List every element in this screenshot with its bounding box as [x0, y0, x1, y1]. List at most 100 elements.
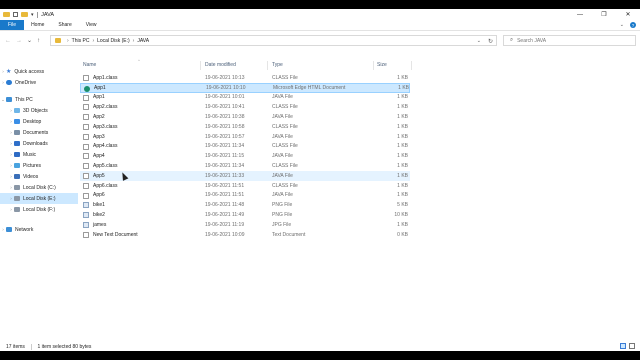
document-icon — [83, 231, 89, 238]
file-row[interactable]: App6.class 19-06-2021 11:51 CLASS File 1 KB — [80, 181, 410, 191]
customize-toolbar-button[interactable]: ▾ — [31, 12, 34, 18]
nav-label: Local Disk (C:) — [23, 184, 56, 191]
folder-icon — [3, 12, 10, 17]
file-type: CLASS File — [272, 143, 298, 150]
large-icons-view-button[interactable] — [629, 343, 635, 349]
file-row[interactable]: New Text Document 19-06-2021 10:09 Text Do… — [80, 230, 410, 240]
file-date: 19-06-2021 11:49 — [205, 212, 245, 219]
chevron-right-icon: › — [67, 37, 69, 44]
expand-ribbon-button[interactable]: ⌄ — [620, 22, 624, 28]
nav-onedrive[interactable]: › OneDrive — [0, 77, 78, 88]
back-button[interactable]: ← — [5, 38, 11, 44]
file-row[interactable]: App4 19-06-2021 11:15 JAVA File 1 KB — [80, 151, 410, 161]
up-button[interactable]: ↑ — [37, 38, 40, 44]
help-icon[interactable]: ? — [630, 22, 636, 28]
maximize-button[interactable]: ❐ — [592, 9, 616, 20]
address-dropdown-button[interactable]: ⌄ — [477, 38, 481, 44]
column-type[interactable]: Type — [272, 62, 283, 68]
nav-local-disk-c[interactable]: › Local Disk (C:) — [0, 182, 78, 193]
nav-this-pc[interactable]: ⌄ This PC — [0, 94, 78, 105]
column-date-modified[interactable]: Date modified — [205, 62, 236, 68]
column-divider[interactable] — [373, 61, 374, 70]
breadcrumb-local-disk-e[interactable]: Local Disk (E:) — [97, 38, 130, 44]
properties-icon[interactable] — [13, 12, 18, 17]
address-bar[interactable]: › This PC › Local Disk (E:) › JAVA ⌄ ↻ — [50, 35, 497, 46]
column-divider[interactable] — [200, 61, 201, 70]
file-row[interactable]: App1 19-06-2021 10:10 Microsoft Edge HTML … — [80, 82, 410, 93]
file-row[interactable]: bike2 19-06-2021 11:49 PNG File 10 KB — [80, 210, 410, 220]
nav-music[interactable]: › Music — [0, 149, 78, 160]
nav-local-disk-f[interactable]: › Local Disk (F:) — [0, 204, 78, 215]
file-row[interactable]: james 19-06-2021 11:19 JPG File 1 KB — [80, 220, 410, 230]
nav-3d-objects[interactable]: › 3D Objects — [0, 105, 78, 116]
nav-videos[interactable]: › Videos — [0, 171, 78, 182]
documents-icon — [14, 130, 20, 135]
file-name: bike2 — [93, 212, 105, 219]
folder-icon — [55, 38, 61, 43]
breadcrumb-java[interactable]: JAVA — [137, 38, 149, 44]
column-name[interactable]: Name — [83, 62, 96, 68]
column-divider[interactable] — [267, 61, 268, 70]
file-size: 1 KB — [398, 84, 409, 91]
chevron-right-icon[interactable]: › — [133, 38, 135, 44]
file-row[interactable]: App4.class 19-06-2021 11:34 CLASS File 1 KB — [80, 142, 410, 152]
file-date: 19-06-2021 11:48 — [205, 202, 245, 209]
search-input[interactable]: ⌕ Search JAVA — [503, 35, 636, 46]
tab-share[interactable]: Share — [51, 20, 78, 30]
file-row[interactable]: App6 19-06-2021 11:51 JAVA File 1 KB — [80, 191, 410, 201]
tab-view[interactable]: View — [79, 20, 104, 30]
refresh-button[interactable]: ↻ — [488, 38, 493, 45]
file-row[interactable]: App5 19-06-2021 11:33 JAVA File 1 KB — [80, 171, 410, 181]
tab-home[interactable]: Home — [24, 20, 51, 30]
file-row[interactable]: App5.class 19-06-2021 11:34 CLASS File 1 KB — [80, 161, 410, 171]
nav-label: Music — [23, 151, 37, 158]
file-name: App5.class — [93, 163, 118, 170]
item-count: 17 items — [6, 343, 25, 350]
file-size: 1 KB — [397, 153, 408, 160]
file-row[interactable]: App1.class 19-06-2021 10:13 CLASS File 1 KB — [80, 73, 410, 83]
new-folder-icon[interactable] — [21, 12, 28, 17]
image-icon — [83, 222, 89, 228]
nav-desktop[interactable]: › Desktop — [0, 116, 78, 127]
file-row[interactable]: bike1 19-06-2021 11:48 PNG File 5 KB — [80, 200, 410, 210]
ribbon-tabs: File Home Share View ⌄ ? — [0, 20, 640, 31]
file-date: 19-06-2021 10:58 — [205, 123, 245, 130]
star-icon: ★ — [6, 69, 12, 75]
nav-local-disk-e[interactable]: › Local Disk (E:) — [0, 193, 78, 204]
nav-label: Desktop — [23, 118, 42, 125]
details-view-button[interactable] — [620, 343, 626, 349]
nav-downloads[interactable]: › Downloads — [0, 138, 78, 149]
file-date: 19-06-2021 11:19 — [205, 221, 245, 228]
file-row[interactable]: App2.class 19-06-2021 10:41 CLASS File 1 KB — [80, 102, 410, 112]
nav-network[interactable]: › Network — [0, 224, 78, 235]
selection-info: 1 item selected 80 bytes — [37, 343, 92, 350]
nav-pictures[interactable]: › Pictures — [0, 160, 78, 171]
file-size: 1 KB — [397, 123, 408, 130]
image-icon — [83, 202, 89, 209]
column-size[interactable]: Size — [377, 62, 387, 68]
file-row[interactable]: App1 19-06-2021 10:01 JAVA File 1 KB — [80, 93, 410, 103]
minimize-button[interactable]: — — [568, 9, 592, 20]
recent-locations-button[interactable]: ⌄ — [27, 37, 32, 44]
nav-quick-access[interactable]: › ★ Quick access — [0, 66, 78, 77]
nav-label: Documents — [23, 129, 49, 136]
videos-icon — [14, 174, 20, 179]
tab-file[interactable]: File — [0, 20, 25, 30]
file-row[interactable]: App2 19-06-2021 10:38 JAVA File 1 KB — [80, 112, 410, 122]
file-date: 19-06-2021 10:13 — [205, 74, 245, 81]
status-bar: 17 items 1 item selected 80 bytes — [0, 342, 640, 351]
file-size: 1 KB — [397, 172, 408, 179]
close-button[interactable]: ✕ — [616, 9, 640, 20]
breadcrumb-this-pc[interactable]: This PC — [72, 38, 90, 44]
drive-icon — [14, 196, 20, 201]
file-row[interactable]: App3.class 19-06-2021 10:58 CLASS File 1 KB — [80, 122, 410, 132]
file-date: 19-06-2021 11:33 — [205, 172, 245, 179]
nav-documents[interactable]: › Documents — [0, 127, 78, 138]
chevron-right-icon[interactable]: › — [92, 38, 94, 44]
forward-button[interactable]: → — [16, 38, 22, 44]
column-divider[interactable] — [411, 61, 412, 70]
file-name: App2 — [93, 114, 105, 121]
music-icon — [14, 152, 20, 157]
file-row[interactable]: App3 19-06-2021 10:57 JAVA File 1 KB — [80, 132, 410, 142]
document-icon — [83, 75, 89, 81]
